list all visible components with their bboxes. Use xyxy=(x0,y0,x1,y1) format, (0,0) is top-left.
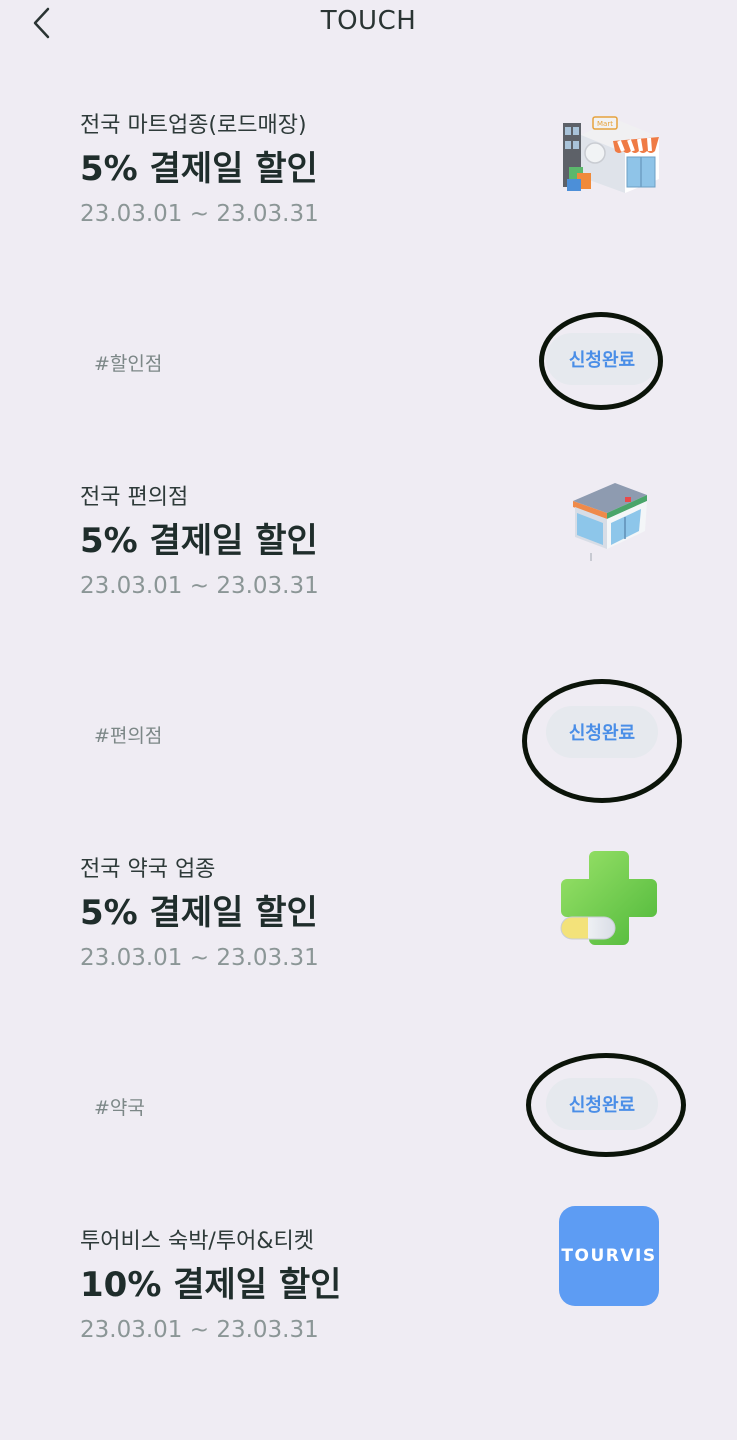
pharmacy-cross-pill-icon xyxy=(560,851,657,945)
offer-period: 23.03.01 ~ 23.03.31 xyxy=(80,1317,319,1343)
offer-category: 전국 약국 업종 xyxy=(80,857,216,882)
application-complete-button[interactable]: 신청완료 xyxy=(546,1078,658,1130)
offer-period: 23.03.01 ~ 23.03.31 xyxy=(80,201,319,227)
offer-tag: #편의점 xyxy=(94,725,163,747)
mart-store-icon: Mart xyxy=(563,116,659,193)
offer-card-tourvis[interactable]: 투어비스 숙박/투어&티켓 10% 결제일 할인 23.03.01 ~ 23.0… xyxy=(0,1206,737,1353)
tourvis-logo-text: TOURVIS xyxy=(561,1246,657,1266)
offer-category: 전국 마트업종(로드매장) xyxy=(80,113,307,138)
offer-card-pharmacy[interactable]: 전국 약국 업종 5% 결제일 할인 23.03.01 ~ 23.03.31 xyxy=(0,851,737,981)
top-app-bar: TOUCH xyxy=(0,0,737,44)
offer-headline: 5% 결제일 할인 xyxy=(80,893,318,933)
page-title: TOUCH xyxy=(320,6,417,36)
offer-period: 23.03.01 ~ 23.03.31 xyxy=(80,573,319,599)
offer-card-mart[interactable]: 전국 마트업종(로드매장) 5% 결제일 할인 23.03.01 ~ 23.03… xyxy=(0,107,737,237)
svg-text:Mart: Mart xyxy=(597,120,613,128)
application-complete-button[interactable]: 신청완료 xyxy=(546,333,658,385)
offer-period: 23.03.01 ~ 23.03.31 xyxy=(80,945,319,971)
application-complete-button[interactable]: 신청완료 xyxy=(546,706,658,758)
tourvis-logo: TOURVIS xyxy=(559,1206,659,1306)
offer-category: 투어비스 숙박/투어&티켓 xyxy=(80,1229,314,1254)
offer-category: 전국 편의점 xyxy=(80,485,189,510)
offer-tag: #약국 xyxy=(94,1097,145,1119)
offer-card-convenience-store[interactable]: 전국 편의점 5% 결제일 할인 23.03.01 ~ 23.03.31 xyxy=(0,479,737,609)
offer-headline: 5% 결제일 할인 xyxy=(80,149,318,189)
offer-tag: #할인점 xyxy=(94,353,163,375)
offer-headline: 5% 결제일 할인 xyxy=(80,521,318,561)
offer-headline: 10% 결제일 할인 xyxy=(80,1265,342,1305)
convenience-store-icon xyxy=(573,483,647,561)
